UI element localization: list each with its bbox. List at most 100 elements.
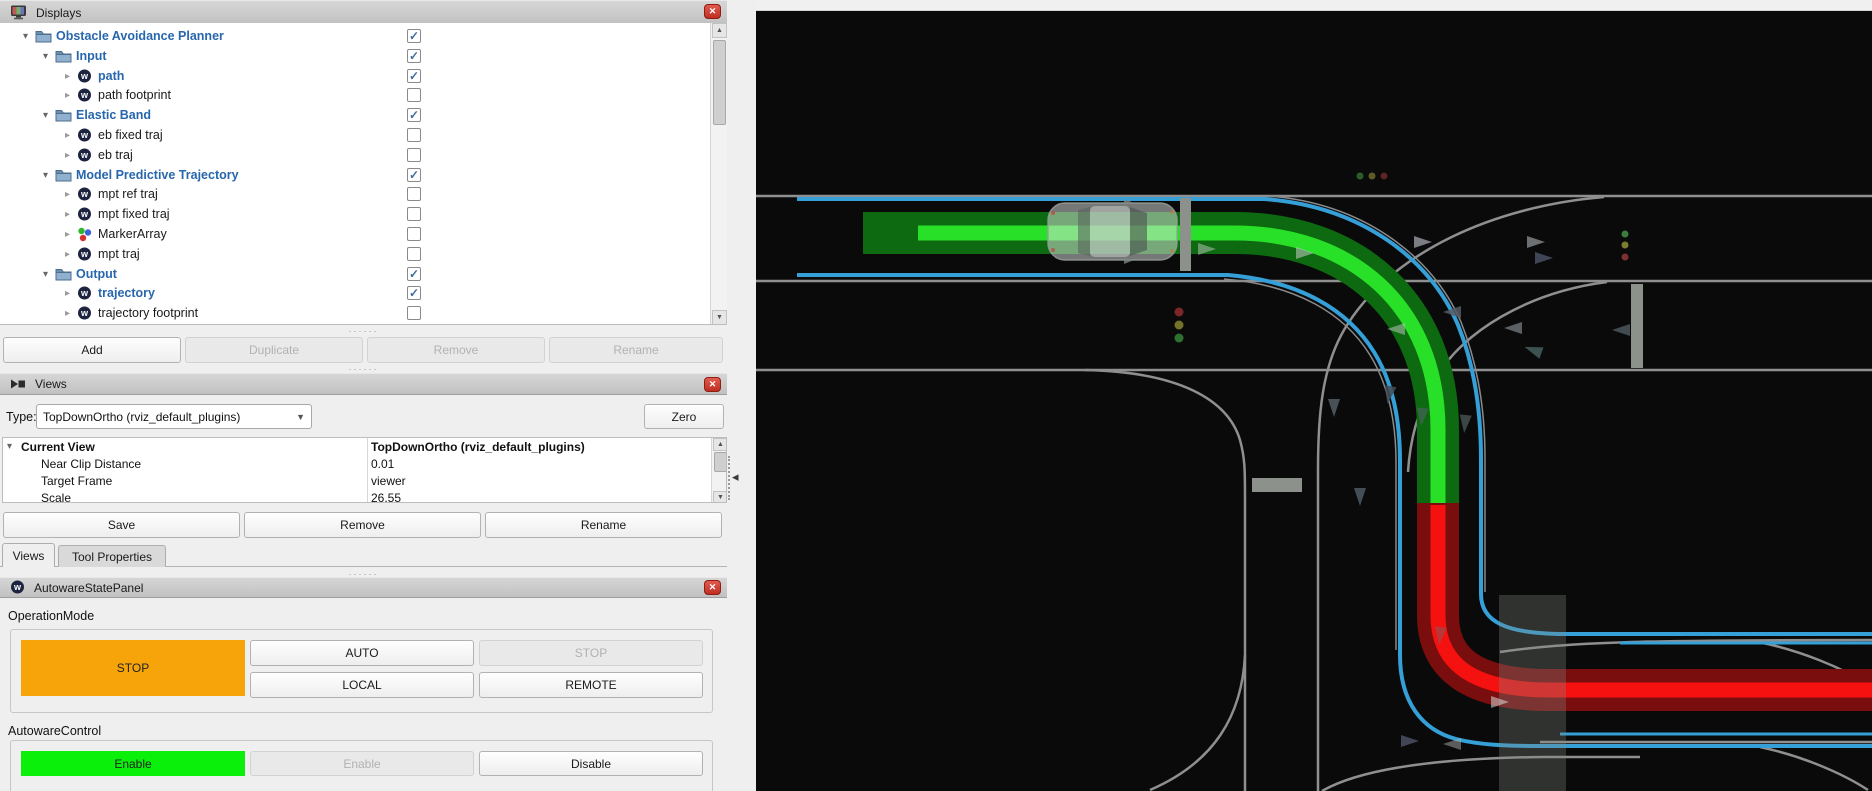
tree-row-output[interactable]: ▾Output✓ [0, 264, 692, 284]
visibility-checkbox[interactable]: ✓ [407, 286, 421, 300]
auto-button[interactable]: AUTO [250, 640, 474, 666]
stop-button[interactable]: STOP [479, 640, 703, 666]
remove-button[interactable]: Remove [367, 337, 545, 363]
visibility-checkbox[interactable]: ✓ [407, 29, 421, 43]
chevron-down-icon[interactable]: ▾ [20, 31, 31, 42]
tree-row-trajectory-footprint[interactable]: ▸wtrajectory footprint [0, 303, 692, 323]
tree-row-label: eb fixed traj [98, 128, 163, 142]
aw-icon: w [77, 207, 95, 222]
chevron-right-icon[interactable]: ▸ [62, 249, 73, 260]
property-row-current-view[interactable]: ▾Current ViewTopDownOrtho (rviz_default_… [3, 438, 711, 455]
remove-button[interactable]: Remove [244, 512, 481, 538]
disable-button[interactable]: Disable [479, 751, 703, 776]
duplicate-button[interactable]: Duplicate [185, 337, 363, 363]
tree-row-mpt-ref-traj[interactable]: ▸wmpt ref traj [0, 184, 692, 204]
add-button[interactable]: Add [3, 337, 181, 363]
views-panel-titlebar[interactable]: Views ✕ [0, 373, 727, 395]
zero-button[interactable]: Zero [644, 404, 724, 429]
views-scrollbar-thumb[interactable] [714, 452, 727, 472]
tree-row-model-predictive-trajectory[interactable]: ▾Model Predictive Trajectory✓ [0, 165, 692, 185]
displays-scrollbar-thumb[interactable] [713, 40, 726, 125]
chevron-right-icon[interactable]: ▸ [62, 130, 73, 141]
enable-button[interactable]: Enable [250, 751, 474, 776]
scroll-up-icon[interactable]: ▲ [712, 23, 727, 38]
tree-row-label: path [98, 69, 124, 83]
displays-close-icon[interactable]: ✕ [704, 4, 721, 19]
property-row-near-clip-distance[interactable]: Near Clip Distance0.01 [3, 455, 711, 472]
chevron-right-icon[interactable]: ▸ [62, 150, 73, 161]
aw-icon: w [77, 69, 95, 84]
tree-row-label: path footprint [98, 88, 171, 102]
views-close-icon[interactable]: ✕ [704, 377, 721, 392]
autoware-panel-titlebar[interactable]: w AutowareStatePanel ✕ [0, 577, 727, 598]
property-row-target-frame[interactable]: Target Frameviewer [3, 472, 711, 489]
panel-drag-handle[interactable]: ······ [0, 328, 727, 334]
chevron-down-icon[interactable]: ▾ [7, 441, 12, 452]
visibility-checkbox[interactable]: ✓ [407, 69, 421, 83]
tree-row-mpt-traj[interactable]: ▸wmpt traj [0, 244, 692, 264]
visibility-checkbox[interactable] [407, 306, 421, 320]
stop-line [1631, 284, 1643, 368]
property-row-scale[interactable]: Scale26.55 [3, 489, 711, 503]
visibility-checkbox[interactable] [407, 207, 421, 221]
chevron-down-icon[interactable]: ▾ [40, 170, 51, 181]
visibility-checkbox[interactable]: ✓ [407, 49, 421, 63]
tree-row-input[interactable]: ▾ Input ✓ [0, 46, 692, 66]
views-scrollbar[interactable]: ▲ ▼ [711, 438, 727, 503]
scroll-up-icon[interactable]: ▲ [713, 438, 727, 451]
chevron-down-icon[interactable]: ▾ [40, 269, 51, 280]
views-panel-title: Views [35, 377, 67, 391]
chevron-right-icon[interactable]: ▸ [62, 229, 73, 240]
visibility-checkbox[interactable] [407, 247, 421, 261]
traffic-light-dot [1175, 308, 1184, 317]
collapse-panel-icon[interactable]: ◂ [732, 469, 739, 485]
local-button[interactable]: LOCAL [250, 672, 474, 698]
tree-row-trajectory[interactable]: ▸wtrajectory✓ [0, 283, 692, 303]
tree-row-markerarray[interactable]: ▸MarkerArray [0, 224, 692, 244]
chevron-right-icon[interactable]: ▸ [62, 209, 73, 220]
visibility-checkbox[interactable] [407, 187, 421, 201]
tree-row-label: Input [76, 49, 107, 63]
chevron-right-icon[interactable]: ▸ [62, 189, 73, 200]
autoware-close-icon[interactable]: ✕ [704, 580, 721, 595]
tree-row-label: eb traj [98, 148, 133, 162]
displays-panel-titlebar[interactable]: Displays ✕ [0, 0, 727, 25]
folder-icon [55, 267, 73, 282]
visibility-checkbox[interactable] [407, 148, 421, 162]
tab-tool-properties[interactable]: Tool Properties [58, 545, 166, 567]
tree-row-obstacle-avoidance-planner[interactable]: ▾Obstacle Avoidance Planner✓ [0, 26, 692, 46]
3d-viewport[interactable] [756, 0, 1872, 791]
tree-row-eb-traj[interactable]: ▸web traj [0, 145, 692, 165]
chevron-right-icon[interactable]: ▸ [62, 308, 73, 319]
visibility-checkbox[interactable] [407, 88, 421, 102]
tab-views[interactable]: Views [2, 543, 55, 567]
property-key: Scale [3, 491, 71, 504]
rename-button[interactable]: Rename [549, 337, 723, 363]
view-type-select[interactable]: TopDownOrtho (rviz_default_plugins) ▼ [36, 404, 312, 429]
remote-button[interactable]: REMOTE [479, 672, 703, 698]
chevron-down-icon[interactable]: ▾ [40, 110, 51, 121]
traffic-light-dot [1381, 173, 1388, 180]
tree-row-mpt-fixed-traj[interactable]: ▸wmpt fixed traj [0, 204, 692, 224]
visibility-checkbox[interactable]: ✓ [407, 168, 421, 182]
scroll-down-icon[interactable]: ▼ [712, 310, 727, 325]
visibility-checkbox[interactable] [407, 227, 421, 241]
rename-button[interactable]: Rename [485, 512, 722, 538]
chevron-right-icon[interactable]: ▸ [62, 90, 73, 101]
visibility-checkbox[interactable]: ✓ [407, 267, 421, 281]
chevron-down-icon[interactable]: ▾ [40, 51, 51, 62]
visibility-checkbox[interactable]: ✓ [407, 108, 421, 122]
tree-row-path[interactable]: ▸ wpath ✓ [0, 66, 692, 86]
chevron-right-icon[interactable]: ▸ [62, 71, 73, 82]
property-key: Current View [3, 440, 95, 454]
chevron-right-icon[interactable]: ▸ [62, 288, 73, 299]
displays-scrollbar[interactable]: ▲ ▼ [710, 23, 727, 325]
visibility-checkbox[interactable] [407, 128, 421, 142]
scroll-down-icon[interactable]: ▼ [713, 491, 727, 503]
splitter-handle[interactable] [728, 456, 730, 500]
panel-drag-handle[interactable]: ······ [0, 366, 727, 372]
tree-row-elastic-band[interactable]: ▾Elastic Band✓ [0, 105, 692, 125]
save-button[interactable]: Save [3, 512, 240, 538]
tree-row-path-footprint[interactable]: ▸wpath footprint [0, 85, 692, 105]
tree-row-eb-fixed-traj[interactable]: ▸web fixed traj [0, 125, 692, 145]
